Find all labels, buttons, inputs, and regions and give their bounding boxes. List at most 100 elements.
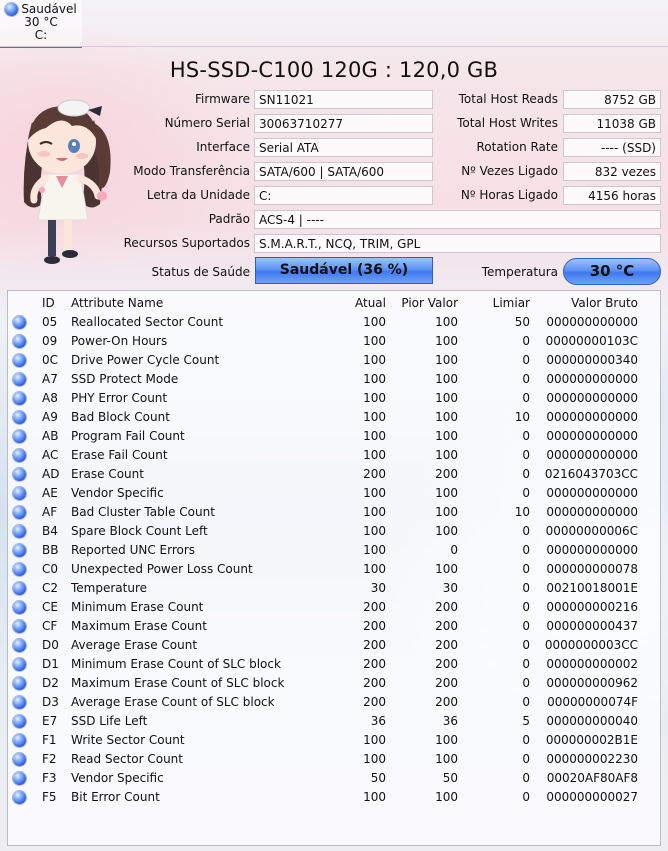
status-orb-icon [13,411,26,424]
transfer-mode-label: Modo Transferência [133,164,250,178]
table-row[interactable]: E7 SSD Life Left 36 36 5 000000000040 [8,712,660,731]
attribute-name: Spare Block Count Left [71,524,208,538]
column-header-raw-value[interactable]: Valor Bruto [538,294,638,313]
table-row[interactable]: 05 Reallocated Sector Count 100 100 50 000000… [8,313,660,332]
power-on-hours-label: Nº Horas Ligado [460,188,558,202]
table-row[interactable]: AE Vendor Specific 100 100 0 000000000000 [8,484,660,503]
attribute-threshold: 0 [522,429,530,443]
attribute-raw-value: 00000000006C [545,524,638,538]
attribute-worst: 30 [442,581,458,595]
attribute-threshold: 0 [522,524,530,538]
status-orb-icon [13,658,26,671]
attribute-threshold: 0 [522,334,530,348]
attribute-name: Maximum Erase Count of SLC block [71,676,285,690]
attribute-current: 200 [363,695,386,709]
table-row[interactable]: D0 Average Erase Count 200 200 0 0000000003CC [8,636,660,655]
attribute-threshold: 0 [522,391,530,405]
attribute-worst: 100 [435,562,458,576]
status-orb-icon [13,373,26,386]
table-row[interactable]: BB Reported UNC Errors 100 0 0 000000000000 [8,541,660,560]
attribute-raw-value: 000000000000 [546,372,638,386]
table-row[interactable]: AC Erase Fail Count 100 100 0 000000000000 [8,446,660,465]
attribute-name: Minimum Erase Count [71,600,204,614]
status-orb-icon [13,430,26,443]
attribute-raw-value: 000000000000 [546,315,638,329]
attribute-raw-value: 000000002230 [546,752,638,766]
table-row[interactable]: F2 Read Sector Count 100 100 0 000000002230 [8,750,660,769]
attribute-threshold: 0 [522,600,530,614]
table-row[interactable]: AB Program Fail Count 100 100 0 000000000000 [8,427,660,446]
status-orb-icon [13,544,26,557]
table-row[interactable]: AD Erase Count 200 200 0 0216043703CC [8,465,660,484]
attribute-threshold: 0 [522,752,530,766]
health-status-button[interactable]: Saudável (36 %) [255,257,433,284]
attribute-threshold: 0 [522,638,530,652]
column-header-threshold[interactable]: Limiar [478,294,530,313]
table-row[interactable]: F5 Bit Error Count 100 100 0 000000000027 [8,788,660,807]
table-row[interactable]: D1 Minimum Erase Count of SLC block 200 200… [8,655,660,674]
serial-value: 30063710277 [254,114,433,133]
table-row[interactable]: D3 Average Erase Count of SLC block 200 200… [8,693,660,712]
table-row[interactable]: B4 Spare Block Count Left 100 100 0 000000000… [8,522,660,541]
smart-attribute-table[interactable]: ID Attribute Name Atual Pior Valor Limia… [7,290,661,846]
temperature-button[interactable]: 30 °C [563,258,661,285]
table-row[interactable]: CF Maximum Erase Count 200 200 0 000000000437 [8,617,660,636]
table-row[interactable]: F1 Write Sector Count 100 100 0 000000002B1E [8,731,660,750]
table-row[interactable]: 0C Drive Power Cycle Count 100 100 0 00000000… [8,351,660,370]
table-row[interactable]: A7 SSD Protect Mode 100 100 0 000000000000 [8,370,660,389]
attribute-name: Bad Cluster Table Count [71,505,215,519]
attribute-id: 0C [42,353,59,367]
firmware-value: SN11021 [254,90,433,109]
attribute-id: F2 [42,752,57,766]
attribute-name: Reallocated Sector Count [71,315,224,329]
attribute-raw-value: 000000000078 [546,562,638,576]
attribute-worst: 200 [435,600,458,614]
table-header: ID Attribute Name Atual Pior Valor Limia… [8,294,660,313]
attribute-worst: 100 [435,524,458,538]
table-row[interactable]: CE Minimum Erase Count 200 200 0 000000000216 [8,598,660,617]
attribute-worst: 200 [435,619,458,633]
attribute-id: F3 [42,771,57,785]
column-header-attribute-name[interactable]: Attribute Name [71,294,163,313]
attribute-id: F1 [42,733,57,747]
attribute-raw-value: 000000000040 [546,714,638,728]
table-row[interactable]: D2 Maximum Erase Count of SLC block 200 200… [8,674,660,693]
attribute-threshold: 0 [522,771,530,785]
attribute-worst: 100 [435,410,458,424]
attribute-raw-value: 000000000000 [546,391,638,405]
status-orb-icon [13,449,26,462]
table-row[interactable]: A9 Bad Block Count 100 100 10 000000000000 [8,408,660,427]
column-header-id[interactable]: ID [42,294,55,313]
features-value: S.M.A.R.T., NCQ, TRIM, GPL [254,234,661,253]
attribute-raw-value: 00210018001E [546,581,638,595]
table-row[interactable]: 09 Power-On Hours 100 100 0 00000000103C [8,332,660,351]
attribute-name: Erase Count [71,467,144,481]
drive-title: HS-SSD-C100 120G : 120,0 GB [169,58,499,82]
rotation-rate-label: Rotation Rate [476,140,558,154]
attribute-name: Drive Power Cycle Count [71,353,220,367]
attribute-current: 200 [363,619,386,633]
table-row[interactable]: F3 Vendor Specific 50 50 0 00020AF80AF8 [8,769,660,788]
attribute-threshold: 0 [522,448,530,462]
table-row[interactable]: C2 Temperature 30 30 0 00210018001E [8,579,660,598]
attribute-current: 200 [363,467,386,481]
attribute-raw-value: 00020AF80AF8 [546,771,638,785]
attribute-name: Vendor Specific [71,486,164,500]
table-row[interactable]: A8 PHY Error Count 100 100 0 000000000000 [8,389,660,408]
attribute-threshold: 10 [514,505,530,519]
tab-divider [0,46,668,47]
table-row[interactable]: C0 Unexpected Power Loss Count 100 100 0 0000… [8,560,660,579]
attribute-raw-value: 000000000002 [546,657,638,671]
attribute-id: CE [42,600,58,614]
column-header-worst[interactable]: Pior Valor [400,294,458,313]
column-header-current[interactable]: Atual [328,294,386,313]
attribute-current: 100 [363,372,386,386]
attribute-current: 200 [363,638,386,652]
table-row[interactable]: AF Bad Cluster Table Count 100 100 10 0000000… [8,503,660,522]
status-orb-icon [13,468,26,481]
attribute-raw-value: 000000000000 [546,448,638,462]
attribute-threshold: 0 [522,733,530,747]
attribute-current: 100 [363,429,386,443]
drive-tab-c[interactable]: Saudável 30 °C C: [0,0,82,48]
attribute-raw-value: 000000000962 [546,676,638,690]
